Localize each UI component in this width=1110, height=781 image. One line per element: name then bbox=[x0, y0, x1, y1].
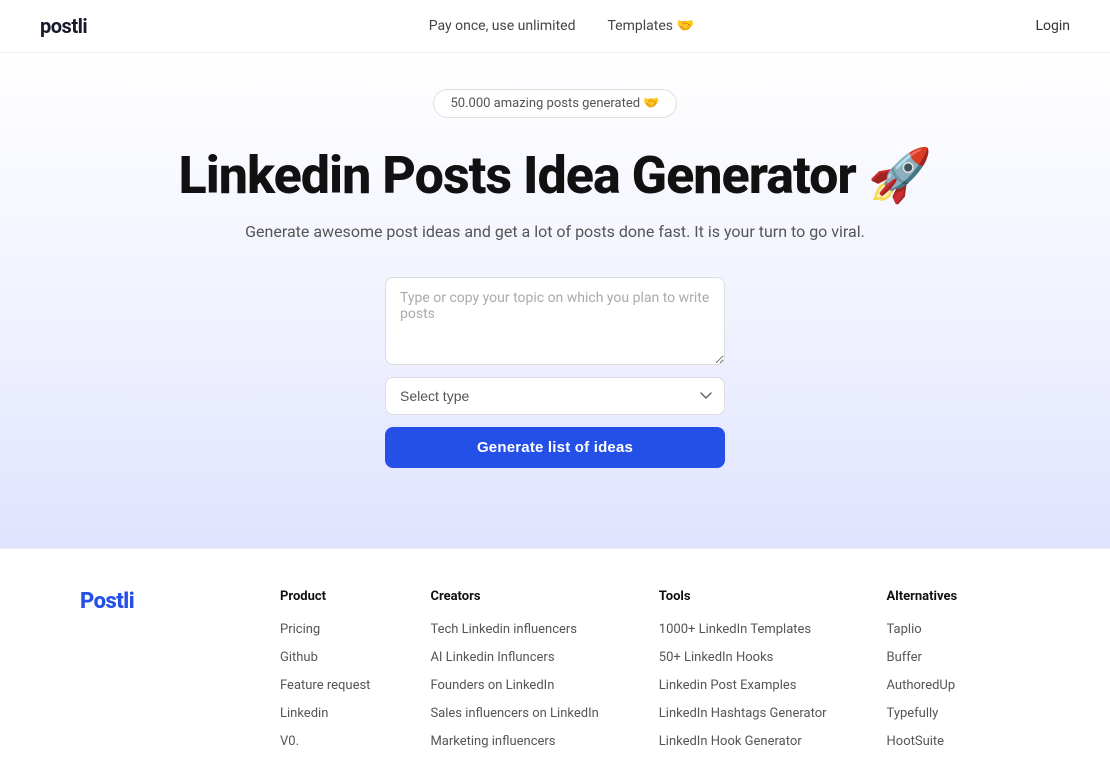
list-item: Typefully bbox=[887, 702, 958, 721]
list-item: Feature request bbox=[280, 674, 370, 693]
footer-top: Postli Product Pricing Github Feature reque… bbox=[80, 589, 1030, 749]
footer-link-3-2[interactable]: AuthoredUp bbox=[887, 678, 956, 693]
footer-link-0-1[interactable]: Github bbox=[280, 650, 318, 665]
footer-col-3: Alternatives Taplio Buffer AuthoredUp Typefu… bbox=[887, 589, 958, 749]
footer-columns: Product Pricing Github Feature request Linke… bbox=[280, 589, 1030, 749]
footer-col-1: Creators Tech Linkedin influencers AI Link… bbox=[430, 589, 598, 749]
footer-link-0-2[interactable]: Feature request bbox=[280, 678, 370, 693]
footer-link-0-3[interactable]: Linkedin bbox=[280, 706, 328, 721]
footer-link-0-4[interactable]: V0. bbox=[280, 734, 299, 749]
footer-col-heading-3: Alternatives bbox=[887, 589, 958, 604]
footer: Postli Product Pricing Github Feature reque… bbox=[0, 548, 1110, 781]
footer-link-3-0[interactable]: Taplio bbox=[887, 622, 922, 637]
list-item: Linkedin bbox=[280, 702, 370, 721]
list-item: Founders on LinkedIn bbox=[430, 674, 598, 693]
footer-col-2: Tools 1000+ LinkedIn Templates 50+ LinkedI… bbox=[659, 589, 827, 749]
footer-link-1-3[interactable]: Sales influencers on LinkedIn bbox=[430, 706, 598, 721]
footer-link-3-1[interactable]: Buffer bbox=[887, 650, 922, 665]
footer-link-0-0[interactable]: Pricing bbox=[280, 622, 320, 637]
footer-link-1-0[interactable]: Tech Linkedin influencers bbox=[430, 622, 577, 637]
footer-link-1-2[interactable]: Founders on LinkedIn bbox=[430, 678, 554, 693]
list-item: Linkedin Post Examples bbox=[659, 674, 827, 693]
list-item: Buffer bbox=[887, 646, 958, 665]
footer-col-list-3: Taplio Buffer AuthoredUp Typefully HootSuite bbox=[887, 618, 958, 749]
site-logo[interactable]: postli bbox=[40, 14, 87, 38]
list-item: Tech Linkedin influencers bbox=[430, 618, 598, 637]
nav-login[interactable]: Login bbox=[1035, 18, 1070, 34]
footer-col-heading-1: Creators bbox=[430, 589, 598, 604]
nav-center: Pay once, use unlimited Templates 🤝 bbox=[429, 18, 694, 34]
footer-logo[interactable]: Postli bbox=[80, 589, 200, 614]
list-item: Marketing influencers bbox=[430, 730, 598, 749]
hero-badge: 50.000 amazing posts generated 🤝 bbox=[433, 89, 676, 118]
footer-col-0: Product Pricing Github Feature request Linke… bbox=[280, 589, 370, 749]
list-item: Sales influencers on LinkedIn bbox=[430, 702, 598, 721]
list-item: HootSuite bbox=[887, 730, 958, 749]
list-item: Pricing bbox=[280, 618, 370, 637]
footer-link-2-0[interactable]: 1000+ LinkedIn Templates bbox=[659, 622, 811, 637]
list-item: 50+ LinkedIn Hooks bbox=[659, 646, 827, 665]
footer-col-list-2: 1000+ LinkedIn Templates 50+ LinkedIn Hoo… bbox=[659, 618, 827, 749]
list-item: LinkedIn Hashtags Generator bbox=[659, 702, 827, 721]
footer-link-3-3[interactable]: Typefully bbox=[887, 706, 939, 721]
footer-col-heading-2: Tools bbox=[659, 589, 827, 604]
list-item: LinkedIn Hook Generator bbox=[659, 730, 827, 749]
list-item: Taplio bbox=[887, 618, 958, 637]
idea-generator-form: Select type Story Tips How-to Listicle G… bbox=[385, 277, 725, 468]
hero-badge-text: 50.000 amazing posts generated 🤝 bbox=[450, 96, 659, 111]
footer-link-3-4[interactable]: HootSuite bbox=[887, 734, 945, 749]
footer-link-2-2[interactable]: Linkedin Post Examples bbox=[659, 678, 797, 693]
hero-subtitle: Generate awesome post ideas and get a lo… bbox=[245, 222, 865, 241]
footer-col-heading-0: Product bbox=[280, 589, 370, 604]
topic-input[interactable] bbox=[385, 277, 725, 365]
list-item: AuthoredUp bbox=[887, 674, 958, 693]
list-item: 1000+ LinkedIn Templates bbox=[659, 618, 827, 637]
list-item: Github bbox=[280, 646, 370, 665]
list-item: V0. bbox=[280, 730, 370, 749]
footer-link-2-4[interactable]: LinkedIn Hook Generator bbox=[659, 734, 802, 749]
footer-link-2-1[interactable]: 50+ LinkedIn Hooks bbox=[659, 650, 774, 665]
generate-button[interactable]: Generate list of ideas bbox=[385, 427, 725, 468]
navbar: postli Pay once, use unlimited Templates… bbox=[0, 0, 1110, 53]
nav-cta[interactable]: Pay once, use unlimited bbox=[429, 18, 576, 34]
footer-link-2-3[interactable]: LinkedIn Hashtags Generator bbox=[659, 706, 827, 721]
footer-link-1-4[interactable]: Marketing influencers bbox=[430, 734, 555, 749]
footer-col-list-0: Pricing Github Feature request Linkedin V0. bbox=[280, 618, 370, 749]
type-select[interactable]: Select type Story Tips How-to Listicle bbox=[385, 377, 725, 415]
footer-link-1-1[interactable]: AI Linkedin Influncers bbox=[430, 650, 554, 665]
nav-templates[interactable]: Templates 🤝 bbox=[607, 18, 693, 34]
footer-col-list-1: Tech Linkedin influencers AI Linkedin Inf… bbox=[430, 618, 598, 749]
footer-brand: Postli bbox=[80, 589, 200, 749]
hero-title: Linkedin Posts Idea Generator 🚀 bbox=[179, 146, 932, 206]
list-item: AI Linkedin Influncers bbox=[430, 646, 598, 665]
hero-section: 50.000 amazing posts generated 🤝 Linkedi… bbox=[0, 53, 1110, 548]
